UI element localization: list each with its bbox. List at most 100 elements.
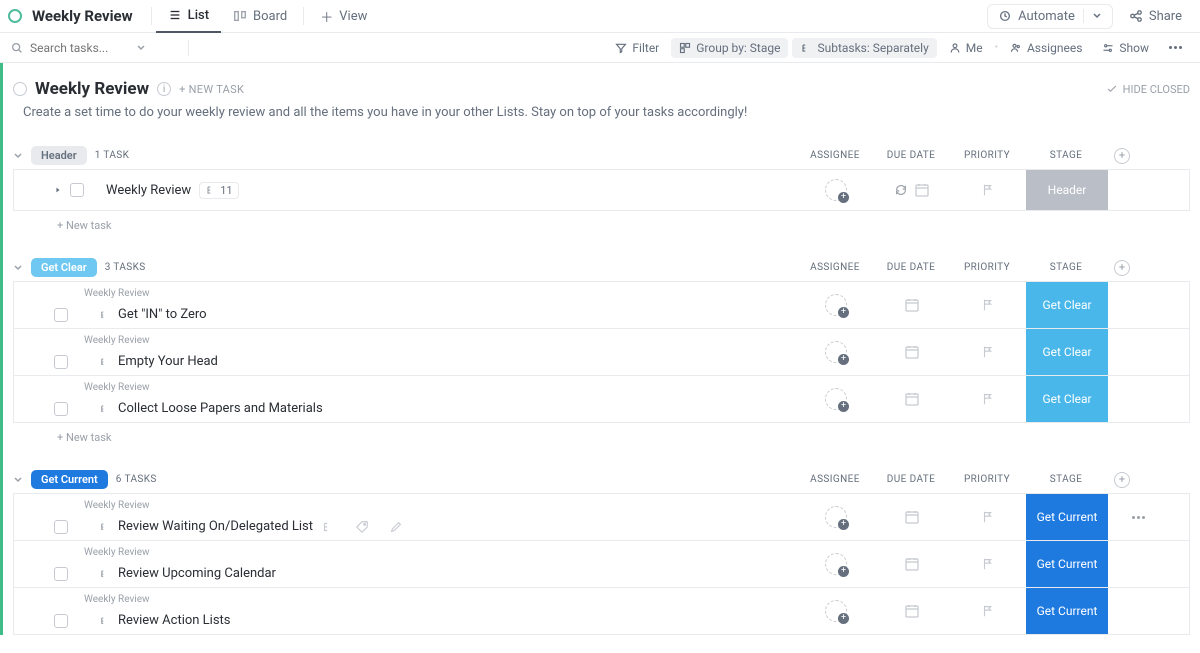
filter-button[interactable]: Filter <box>607 38 667 58</box>
add-view-button[interactable]: ＋ View <box>308 0 379 33</box>
subtasks-button[interactable]: Subtasks: Separately <box>792 38 936 58</box>
stage-cell[interactable]: Get Current <box>1026 494 1108 540</box>
task-row[interactable]: Weekly ReviewReview Upcoming CalendarGet… <box>13 541 1190 588</box>
task-checkbox[interactable] <box>54 308 68 322</box>
add-task-button[interactable]: + New task <box>13 423 1190 448</box>
due-date-cell[interactable] <box>874 603 950 619</box>
stage-cell[interactable]: Get Clear <box>1026 329 1108 375</box>
assignee-add[interactable] <box>825 294 847 316</box>
task-checkbox[interactable] <box>54 520 68 534</box>
task-row[interactable]: Weekly ReviewReview Action ListsGet Curr… <box>13 588 1190 635</box>
due-date-cell[interactable] <box>874 391 950 407</box>
stage-pill[interactable]: Get Current <box>31 470 108 489</box>
subtasks-label: Subtasks: Separately <box>817 41 928 55</box>
priority-cell[interactable] <box>950 604 1026 618</box>
priority-cell[interactable] <box>950 557 1026 571</box>
status-circle-icon[interactable] <box>13 82 27 96</box>
add-task-button[interactable]: + New task <box>13 211 1190 236</box>
due-date-cell[interactable] <box>874 556 950 572</box>
stage-cell[interactable]: Header <box>1026 170 1108 210</box>
priority-cell[interactable] <box>950 510 1026 524</box>
chevron-down-icon[interactable] <box>136 43 146 53</box>
group-by-button[interactable]: Group by: Stage <box>671 38 788 58</box>
group-get-current: Get Current6 TASKSASSIGNEEDUE DATEPRIORI… <box>13 466 1190 635</box>
info-icon[interactable]: i <box>157 82 171 96</box>
calendar-icon[interactable] <box>914 182 930 198</box>
group-header: Get Clear3 TASKSASSIGNEEDUE DATEPRIORITY… <box>13 254 1190 281</box>
view-tab-board[interactable]: Board <box>221 0 299 33</box>
app-logo <box>8 9 22 23</box>
search-container <box>10 41 180 55</box>
row-more-button[interactable] <box>1132 516 1145 519</box>
collapse-icon[interactable] <box>13 263 23 273</box>
calendar-icon[interactable] <box>904 556 920 572</box>
priority-cell[interactable] <box>950 183 1026 197</box>
task-row[interactable]: Weekly ReviewReview Waiting On/Delegated… <box>13 493 1190 541</box>
add-column-button[interactable]: + <box>1107 148 1137 164</box>
task-checkbox[interactable] <box>54 567 68 581</box>
assignee-add[interactable] <box>825 506 847 528</box>
stage-cell[interactable]: Get Clear <box>1026 376 1108 422</box>
task-checkbox[interactable] <box>54 402 68 416</box>
task-row[interactable]: Weekly Review11Header <box>13 169 1190 211</box>
task-checkbox[interactable] <box>70 183 84 197</box>
calendar-icon[interactable] <box>904 603 920 619</box>
assignee-add[interactable] <box>825 179 847 201</box>
subtask-icon <box>800 42 812 54</box>
assignees-button[interactable]: Assignees <box>1002 38 1090 58</box>
edit-icon[interactable] <box>389 520 403 534</box>
calendar-icon[interactable] <box>904 344 920 360</box>
subtask-count[interactable]: 11 <box>199 182 238 199</box>
task-name: Get "IN" to Zero <box>118 307 207 322</box>
task-checkbox[interactable] <box>54 355 68 369</box>
more-button[interactable] <box>1161 43 1190 52</box>
show-button[interactable]: Show <box>1094 38 1157 58</box>
search-icon <box>10 41 24 55</box>
task-checkbox[interactable] <box>54 614 68 628</box>
assignees-label: Assignees <box>1027 41 1082 55</box>
subtask-icon[interactable] <box>321 520 335 534</box>
plus-icon: ＋ <box>320 7 333 26</box>
task-row[interactable]: Weekly ReviewGet "IN" to ZeroGet Clear <box>13 281 1190 329</box>
collapse-icon[interactable] <box>13 151 23 161</box>
add-column-button[interactable]: + <box>1107 472 1137 488</box>
col-priority: PRIORITY <box>949 262 1025 273</box>
task-row[interactable]: Weekly ReviewCollect Loose Papers and Ma… <box>13 376 1190 423</box>
priority-cell[interactable] <box>950 345 1026 359</box>
recurring-icon[interactable] <box>894 183 908 197</box>
stage-cell[interactable]: Get Current <box>1026 541 1108 587</box>
list-title: Weekly Review <box>32 7 133 25</box>
share-button[interactable]: Share <box>1119 5 1192 28</box>
due-date-cell[interactable] <box>874 344 950 360</box>
add-column-button[interactable]: + <box>1107 260 1137 276</box>
due-date-cell[interactable] <box>874 182 950 198</box>
assignee-add[interactable] <box>825 341 847 363</box>
collapse-icon[interactable] <box>13 475 23 485</box>
stage-cell[interactable]: Get Current <box>1026 588 1108 634</box>
chevron-down-icon[interactable] <box>1092 11 1102 21</box>
task-row[interactable]: Weekly ReviewEmpty Your HeadGet Clear <box>13 329 1190 376</box>
search-input[interactable] <box>30 41 130 55</box>
assignee-add[interactable] <box>825 600 847 622</box>
stage-pill[interactable]: Header <box>31 146 87 165</box>
hide-closed-toggle[interactable]: HIDE CLOSED <box>1106 83 1190 96</box>
due-date-cell[interactable] <box>874 297 950 313</box>
task-name: Review Waiting On/Delegated List <box>118 519 313 534</box>
assignee-add[interactable] <box>825 388 847 410</box>
tag-icon[interactable] <box>355 520 369 534</box>
priority-cell[interactable] <box>950 298 1026 312</box>
view-tab-list[interactable]: List <box>156 0 221 33</box>
stage-cell[interactable]: Get Clear <box>1026 282 1108 328</box>
new-task-button[interactable]: + NEW TASK <box>179 83 244 96</box>
calendar-icon[interactable] <box>904 509 920 525</box>
calendar-icon[interactable] <box>904 297 920 313</box>
calendar-icon[interactable] <box>904 391 920 407</box>
priority-cell[interactable] <box>950 392 1026 406</box>
share-icon <box>1129 9 1143 23</box>
stage-pill[interactable]: Get Clear <box>31 258 97 277</box>
me-button[interactable]: Me <box>941 38 991 58</box>
expand-icon[interactable] <box>54 186 62 194</box>
due-date-cell[interactable] <box>874 509 950 525</box>
automate-button[interactable]: Automate <box>987 4 1113 29</box>
add-view-label: View <box>339 9 367 24</box>
